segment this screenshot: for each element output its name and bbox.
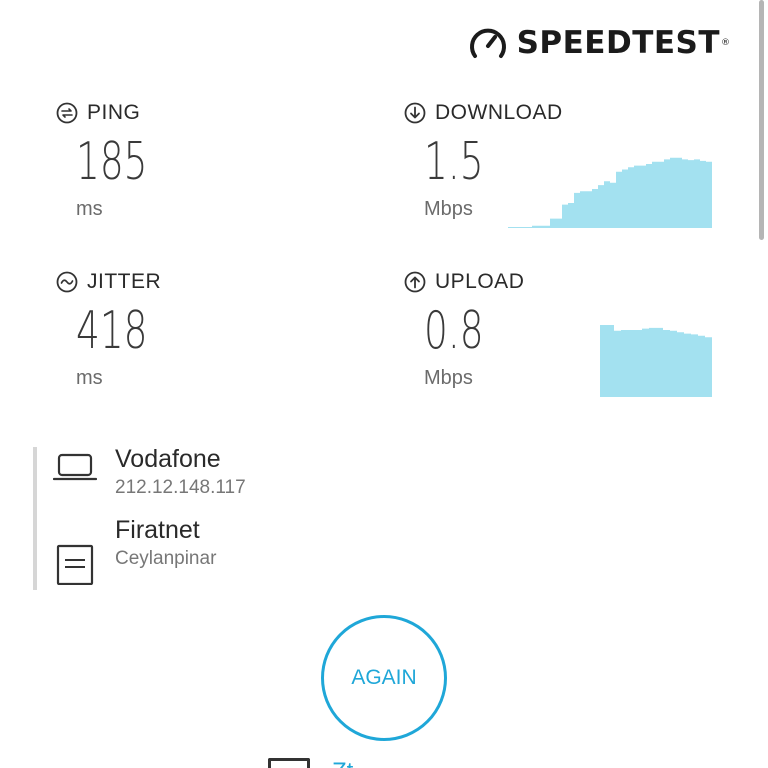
server-info-rule — [33, 447, 37, 590]
upload-speed-graph — [600, 325, 712, 397]
isp-ip: 212.12.148.117 — [115, 477, 246, 498]
upload-metric: UPLOAD 0.8 Mbps — [404, 270, 525, 390]
speedtest-result-screen: SPEEDTEST ® PING 185 ms DOWNLOAD 1.5 Mbp… — [0, 0, 768, 768]
upload-value: 0.8 — [424, 301, 484, 361]
server-name: Firatnet — [115, 516, 200, 544]
results-link-text[interactable]: Zt — [332, 760, 353, 768]
ping-icon — [56, 102, 78, 124]
list-icon — [268, 758, 310, 768]
upload-graph-area — [600, 325, 712, 397]
download-label: DOWNLOAD — [435, 101, 563, 124]
jitter-value: 418 — [76, 301, 148, 361]
isp-name: Vodafone — [115, 445, 221, 473]
jitter-unit: ms — [76, 367, 103, 389]
server-info-panel: Vodafone 212.12.148.117 Firatnet Ceylanp… — [33, 447, 433, 590]
again-button[interactable]: AGAIN — [321, 615, 447, 741]
gauge-icon — [469, 28, 506, 58]
ping-metric: PING 185 ms — [56, 101, 175, 221]
upload-label: UPLOAD — [435, 270, 525, 293]
brand-logo: SPEEDTEST ® — [469, 25, 730, 61]
brand-trademark: ® — [721, 38, 730, 48]
jitter-icon — [56, 271, 78, 293]
jitter-metric: JITTER 418 ms — [56, 270, 175, 390]
server-row[interactable]: Firatnet Ceylanpinar — [53, 518, 216, 585]
laptop-icon — [53, 453, 97, 481]
download-graph-area — [508, 157, 712, 228]
download-speed-graph — [508, 157, 712, 228]
ping-unit: ms — [76, 198, 103, 220]
scrollbar[interactable] — [756, 0, 768, 768]
results-link-row[interactable]: Zt — [268, 758, 353, 768]
upload-arrow-icon — [404, 271, 426, 293]
server-location: Ceylanpinar — [115, 548, 217, 569]
ping-value: 185 — [76, 132, 148, 192]
upload-unit: Mbps — [424, 367, 473, 389]
download-arrow-icon — [404, 102, 426, 124]
jitter-label: JITTER — [87, 270, 162, 293]
brand-name: SPEEDTEST — [516, 25, 720, 61]
ping-label: PING — [87, 101, 141, 124]
isp-row: Vodafone 212.12.148.117 — [53, 447, 246, 499]
scrollbar-thumb[interactable] — [759, 0, 764, 240]
server-document-icon — [56, 544, 94, 585]
